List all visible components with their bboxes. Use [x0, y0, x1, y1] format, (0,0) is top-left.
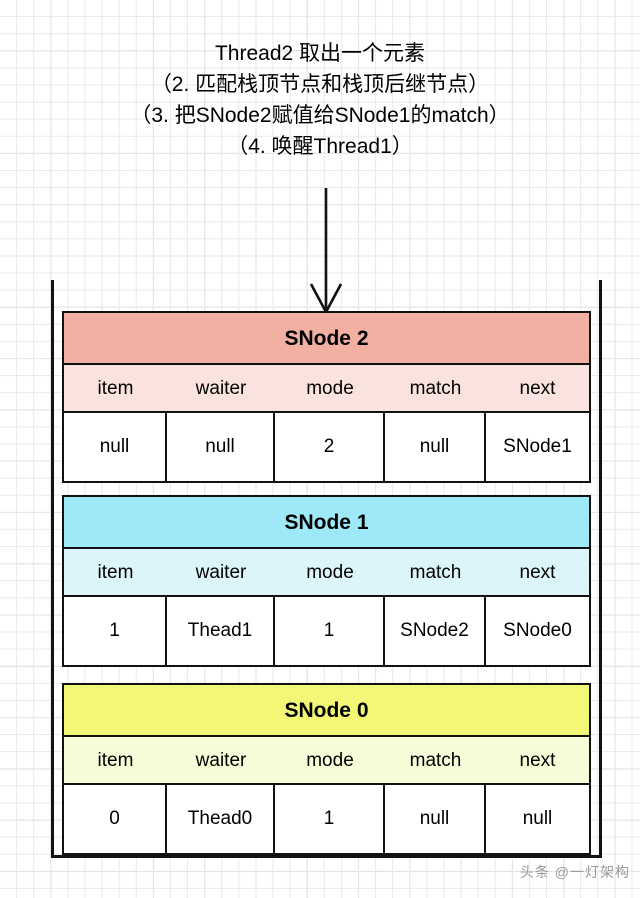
value-cell-match: SNode2	[385, 597, 486, 665]
node-header-row-snode1: item waiter mode match next	[64, 549, 589, 597]
stack-frame-left-rail	[51, 280, 54, 858]
header-cell-mode: mode	[306, 750, 354, 771]
value-cell-item: 0	[64, 785, 167, 853]
node-value-row-snode0: 0 Thead0 1 null null	[64, 785, 589, 853]
node-card-snode2: SNode 2 item waiter mode match next null…	[62, 311, 591, 483]
node-title-snode1: SNode 1	[64, 497, 589, 549]
value-cell-waiter: null	[167, 413, 275, 481]
caption-line-3: （3. 把SNode2赋值给SNode1的match）	[130, 104, 510, 127]
value-cell-mode: 2	[275, 413, 385, 481]
caption-line-2: （2. 匹配栈顶节点和栈顶后继节点）	[150, 73, 490, 96]
value-cell-item: 1	[64, 597, 167, 665]
header-cell-item: item	[97, 378, 134, 399]
node-value-row-snode1: 1 Thead1 1 SNode2 SNode0	[64, 597, 589, 665]
caption-line-1: Thread2 取出一个元素	[214, 42, 426, 65]
header-cell-match: match	[409, 562, 462, 583]
value-cell-mode: 1	[275, 597, 385, 665]
value-cell-next: null	[522, 808, 553, 829]
header-cell-waiter: waiter	[195, 378, 247, 399]
node-card-snode1: SNode 1 item waiter mode match next 1 Th…	[62, 495, 591, 667]
stack-frame-bottom-rail	[51, 855, 602, 858]
header-cell-next: next	[519, 562, 556, 583]
node-header-row-snode2: item waiter mode match next	[64, 365, 589, 413]
watermark: 头条 @一灯架构	[519, 864, 630, 880]
value-cell-mode: 1	[275, 785, 385, 853]
header-cell-mode: mode	[306, 378, 354, 399]
header-cell-next: next	[519, 750, 556, 771]
value-cell-waiter: Thead1	[167, 597, 275, 665]
value-cell-waiter: Thead0	[167, 785, 275, 853]
header-cell-waiter: waiter	[195, 750, 247, 771]
node-header-row-snode0: item waiter mode match next	[64, 737, 589, 785]
diagram-caption: Thread2 取出一个元素 （2. 匹配栈顶节点和栈顶后继节点） （3. 把S…	[0, 38, 640, 162]
node-title-snode0: SNode 0	[64, 685, 589, 737]
node-card-snode0: SNode 0 item waiter mode match next 0 Th…	[62, 683, 591, 855]
value-cell-next: SNode0	[503, 620, 572, 641]
value-cell-match: null	[385, 785, 486, 853]
value-cell-item: null	[64, 413, 167, 481]
header-cell-match: match	[409, 378, 462, 399]
header-cell-waiter: waiter	[195, 562, 247, 583]
value-cell-match: null	[385, 413, 486, 481]
down-arrow-icon	[309, 188, 343, 314]
caption-line-4: （4. 唤醒Thread1）	[227, 135, 413, 158]
header-cell-next: next	[519, 378, 556, 399]
header-cell-mode: mode	[306, 562, 354, 583]
node-title-snode2: SNode 2	[64, 313, 589, 365]
header-cell-item: item	[97, 562, 134, 583]
node-value-row-snode2: null null 2 null SNode1	[64, 413, 589, 481]
value-cell-next: SNode1	[503, 436, 572, 457]
stack-frame-right-rail	[599, 280, 602, 858]
header-cell-match: match	[409, 750, 462, 771]
header-cell-item: item	[97, 750, 134, 771]
